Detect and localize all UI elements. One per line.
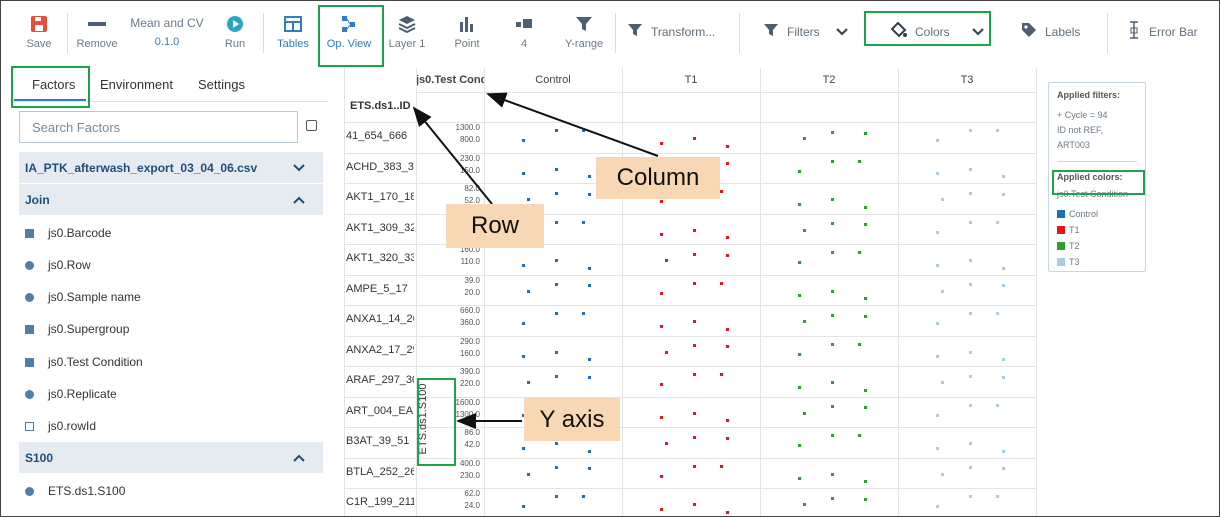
color-swatch: [1057, 242, 1065, 250]
row-arrow: [412, 106, 493, 205]
color-swatch: [1057, 226, 1065, 234]
column-callout: Column: [596, 157, 720, 199]
row-callout: Row: [446, 204, 544, 248]
column-arrow: [486, 92, 659, 157]
legend-item-t2: T2: [1057, 238, 1137, 254]
legend-divider: [1057, 161, 1137, 162]
filter-line: + Cycle = 94: [1057, 110, 1108, 120]
color-factor-highlight: [1052, 170, 1145, 195]
legend-item-t1: T1: [1057, 222, 1137, 238]
filter-line: ID not REF, ART003: [1057, 125, 1104, 150]
applied-filters-title: Applied filters:: [1057, 90, 1121, 100]
y-axis-callout: Y axis: [524, 398, 620, 441]
color-swatch: [1057, 258, 1065, 266]
color-swatch: [1057, 210, 1065, 218]
legend-item-t3: T3: [1057, 254, 1137, 270]
legend-item-control: Control: [1057, 206, 1137, 222]
